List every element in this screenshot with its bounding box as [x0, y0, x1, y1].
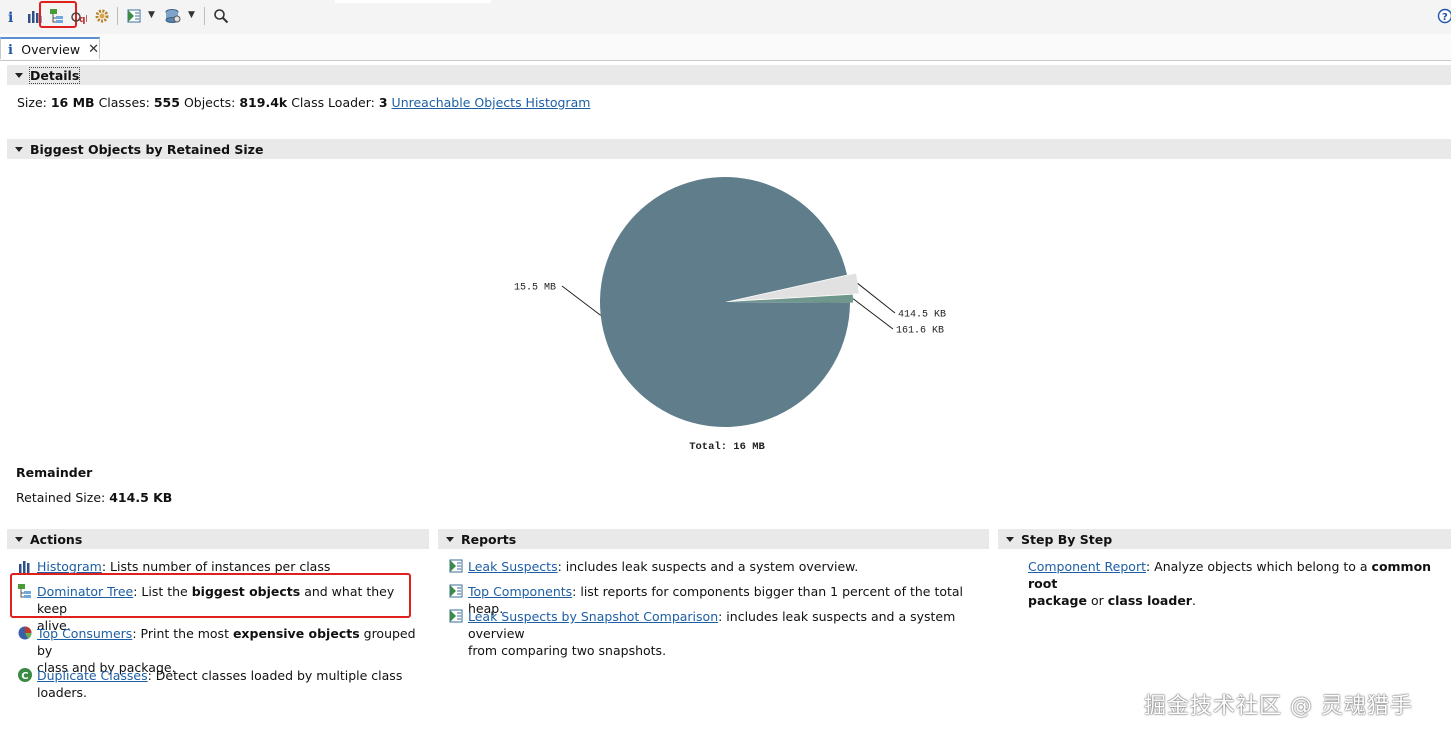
query-browser-icon[interactable]: [124, 6, 144, 26]
tab-overview[interactable]: i Overview ✕: [0, 37, 100, 59]
toolbar-separator: [117, 7, 118, 25]
details-summary: Size: 16 MB Classes: 555 Objects: 819.4k…: [17, 95, 591, 110]
leak-suspects-link[interactable]: Leak Suspects: [468, 559, 558, 574]
editor-tab-indicator: [335, 0, 491, 3]
toolbar: i ql ▼ ▼ ?: [0, 0, 1451, 34]
reports-section-header[interactable]: Reports: [438, 529, 989, 549]
leader-line: [852, 298, 894, 330]
classes-value: 555: [153, 95, 180, 110]
retained-size-value: 414.5 KB: [109, 490, 173, 505]
duplicate-classes-link[interactable]: Duplicate Classes: [37, 668, 148, 683]
collapse-triangle-icon: [1006, 536, 1014, 542]
action-duplicate-classes: C Duplicate Classes: Detect classes load…: [17, 667, 427, 701]
leak-suspects-comparison-link[interactable]: Leak Suspects by Snapshot Comparison: [468, 609, 718, 624]
collapse-triangle-icon: [446, 536, 454, 542]
report-leak-suspects: Leak Suspects: includes leak suspects an…: [448, 558, 988, 575]
info-icon[interactable]: i: [1, 6, 21, 26]
biggest-objects-title: Biggest Objects by Retained Size: [30, 141, 264, 157]
slice-label: 414.5 KB: [898, 310, 946, 321]
step-by-step-section-header[interactable]: Step By Step: [998, 529, 1451, 549]
biggest-objects-section-header[interactable]: Biggest Objects by Retained Size: [7, 139, 1451, 159]
chevron-down-icon[interactable]: ▼: [188, 10, 195, 20]
collapse-triangle-icon: [15, 536, 23, 542]
oql-icon[interactable]: ql: [69, 6, 89, 26]
slice-label: 15.5 MB: [514, 283, 556, 294]
duplicate-classes-icon: C: [18, 668, 32, 682]
top-consumers-icon: [18, 626, 32, 640]
chart-total-label: Total: 16 MB: [689, 441, 765, 453]
actions-title: Actions: [30, 531, 83, 547]
slice-label: 161.6 KB: [896, 326, 944, 337]
editor-tab-bar: i Overview ✕: [0, 34, 1451, 61]
step-component-report: Component Report: Analyze objects which …: [1028, 559, 1432, 608]
chevron-down-icon[interactable]: ▼: [148, 10, 155, 20]
top-consumers-link[interactable]: Top Consumers: [37, 626, 132, 641]
search-icon[interactable]: [211, 6, 231, 26]
close-icon[interactable]: ✕: [88, 42, 99, 57]
report-icon: [449, 609, 463, 623]
svg-text:i: i: [8, 10, 13, 24]
class-loader-value: 3: [378, 95, 388, 110]
report-snapshot-comparison: Leak Suspects by Snapshot Comparison: in…: [448, 608, 988, 659]
dominator-tree-link[interactable]: Dominator Tree: [37, 584, 133, 599]
watermark: 掘金技术社区 @ 灵魂猎手: [1144, 694, 1413, 719]
dominator-tree-icon: [18, 584, 31, 598]
component-report-link[interactable]: Component Report: [1028, 559, 1146, 574]
histogram-icon: [19, 561, 30, 573]
remainder-retained: Retained Size: 414.5 KB: [16, 490, 173, 505]
gear-icon[interactable]: [92, 6, 112, 26]
step-by-step-title: Step By Step: [1021, 531, 1113, 547]
unreachable-objects-histogram-link[interactable]: Unreachable Objects Histogram: [392, 95, 591, 110]
actions-section-header[interactable]: Actions: [7, 529, 429, 549]
svg-text:C: C: [21, 671, 28, 682]
leader-line: [561, 285, 602, 316]
leader-line: [857, 283, 896, 314]
tab-label: Overview: [21, 41, 81, 57]
svg-text:ql: ql: [79, 15, 87, 24]
size-value: 16 MB: [50, 95, 95, 110]
svg-text:i: i: [8, 43, 13, 56]
heap-dump-icon[interactable]: [163, 6, 183, 26]
toolbar-separator: [204, 7, 205, 25]
info-icon: i: [8, 43, 13, 56]
report-icon: [449, 559, 463, 573]
reports-title: Reports: [461, 531, 517, 547]
help-icon[interactable]: ?: [1435, 6, 1451, 26]
objects-value: 819.4k: [239, 95, 288, 110]
top-components-link[interactable]: Top Components: [468, 584, 572, 599]
details-section-header[interactable]: Details: [7, 65, 1451, 85]
details-title: Details: [28, 66, 81, 84]
biggest-objects-pie-chart: 15.5 MB 414.5 KB 161.6 KB Total: 16 MB: [514, 177, 946, 453]
collapse-triangle-icon: [15, 72, 23, 78]
histogram-link[interactable]: Histogram: [37, 559, 102, 574]
report-icon: [449, 584, 463, 598]
remainder-title: Remainder: [16, 465, 93, 480]
svg-text:?: ?: [1442, 12, 1448, 23]
collapse-triangle-icon: [15, 146, 23, 152]
